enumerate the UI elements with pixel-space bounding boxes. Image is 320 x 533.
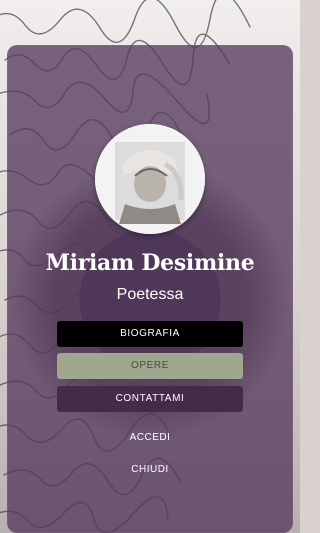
profile-name: Miriam Desimine: [45, 250, 255, 276]
contattami-button[interactable]: CONTATTAMI: [57, 386, 243, 412]
accedi-link[interactable]: ACCEDI: [0, 432, 300, 443]
opere-button[interactable]: OPERE: [57, 353, 243, 379]
avatar: [95, 124, 205, 234]
biografia-button[interactable]: BIOGRAFIA: [57, 321, 243, 347]
profile-role: Poetessa: [116, 286, 184, 303]
portrait-image: [95, 124, 205, 234]
chiudi-link[interactable]: CHIUDI: [0, 464, 300, 475]
